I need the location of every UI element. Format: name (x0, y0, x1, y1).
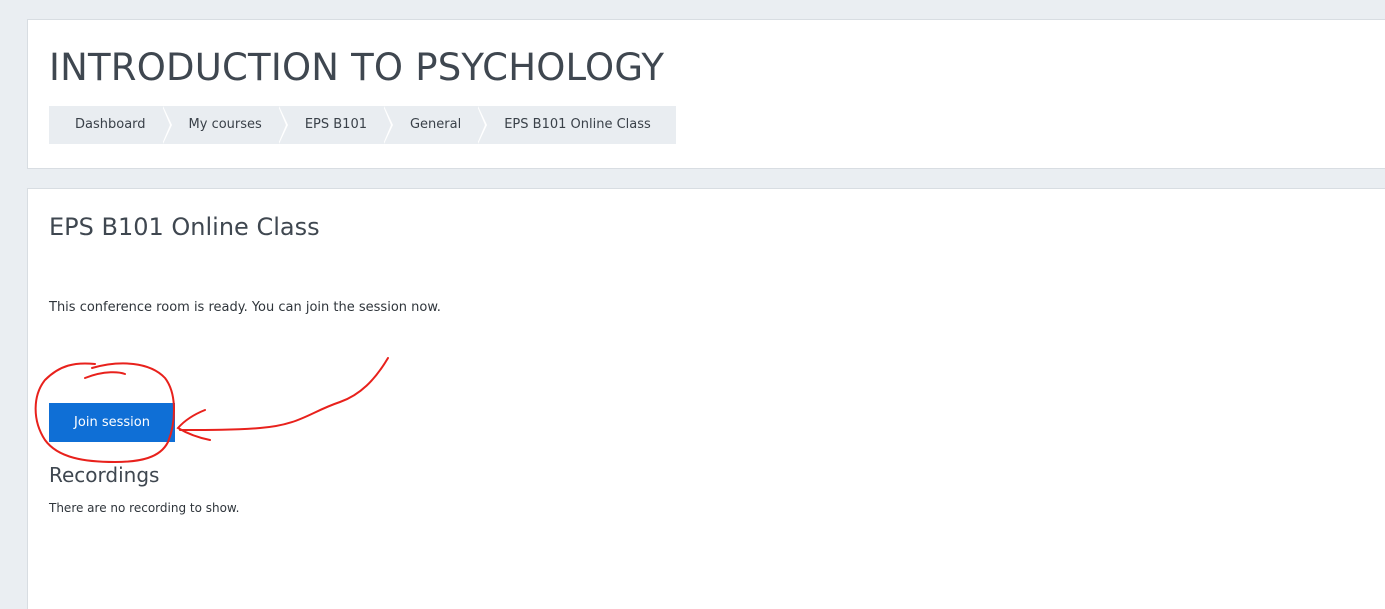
breadcrumb-item-course[interactable]: EPS B101 (279, 106, 394, 144)
join-session-button[interactable]: Join session (49, 403, 175, 442)
breadcrumb-item-current[interactable]: EPS B101 Online Class (478, 106, 676, 144)
recordings-heading: Recordings (49, 463, 160, 487)
course-header: INTRODUCTION TO PSYCHOLOGY Dashboard My … (27, 19, 1385, 169)
breadcrumb-item-dashboard[interactable]: Dashboard (49, 106, 172, 144)
course-title: INTRODUCTION TO PSYCHOLOGY (49, 46, 665, 89)
breadcrumb-item-my-courses[interactable]: My courses (163, 106, 289, 144)
recordings-empty-message: There are no recording to show. (49, 501, 240, 515)
breadcrumb-item-section[interactable]: General (384, 106, 488, 144)
page: INTRODUCTION TO PSYCHOLOGY Dashboard My … (0, 0, 1385, 609)
activity-content: EPS B101 Online Class This conference ro… (27, 188, 1385, 609)
conference-status-text: This conference room is ready. You can j… (49, 300, 441, 315)
breadcrumb: Dashboard My courses EPS B101 General EP… (49, 106, 676, 144)
activity-title: EPS B101 Online Class (49, 213, 320, 241)
